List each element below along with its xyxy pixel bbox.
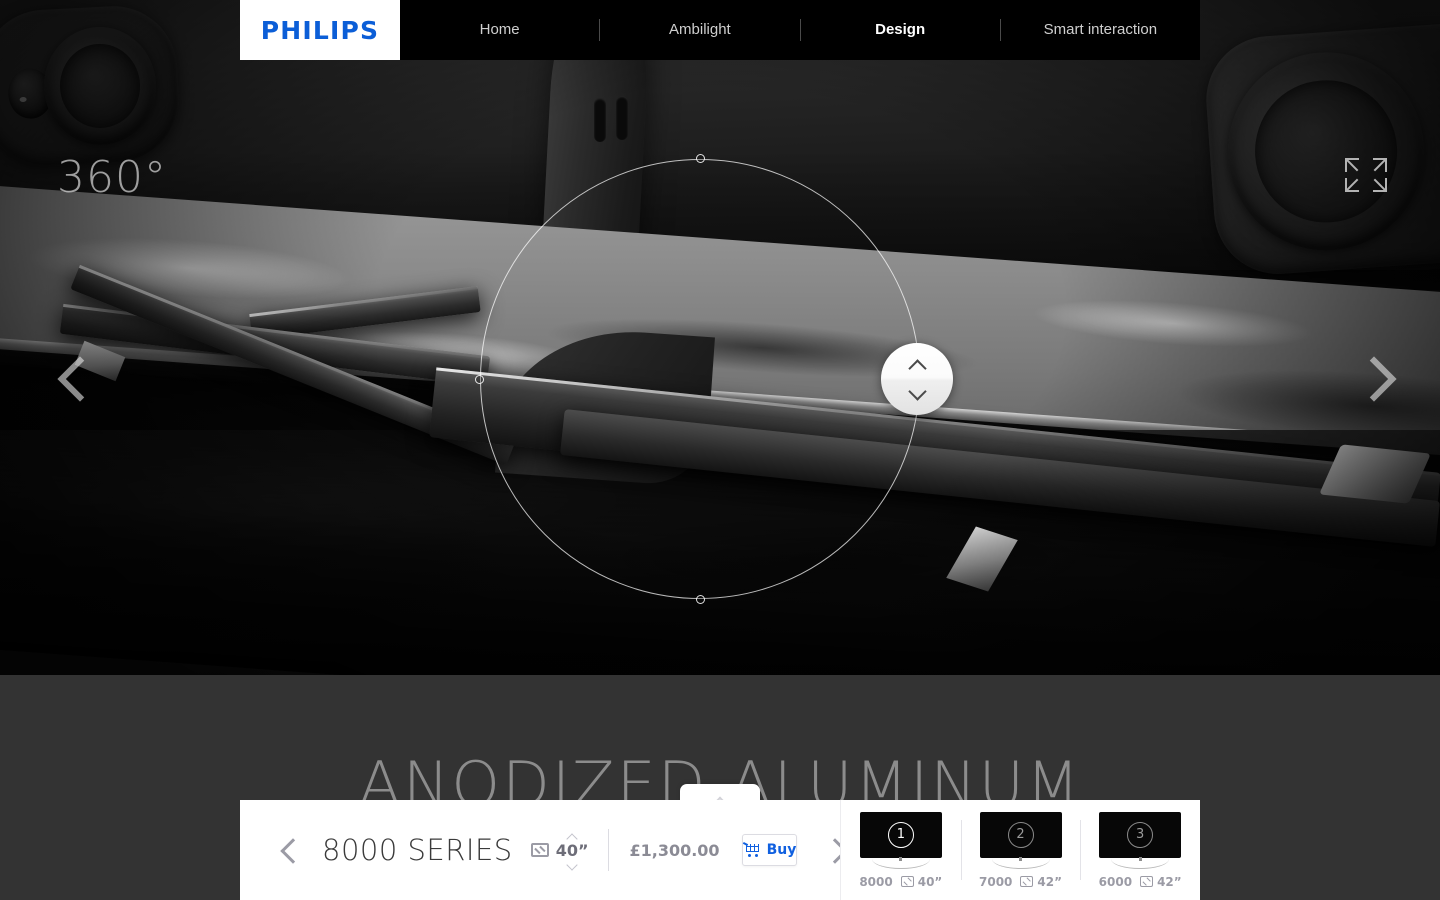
product-price: £1,300.00 [629,840,720,860]
spin-handle-bottom[interactable] [696,595,705,604]
tv-stand-icon [1111,856,1170,869]
divider [608,829,610,871]
screen-size-icon [900,876,914,887]
shopping-cart-icon [742,841,760,857]
thumbnail-meta: 8000 40” [859,875,942,889]
thumbnail-meta: 7000 42” [979,875,1062,889]
thumbnail-meta: 6000 42” [1099,875,1182,889]
thumbnail-item-7000[interactable]: 2 7000 42” [960,800,1081,900]
spin-label: 360° [57,152,167,203]
brand-label: PHILIPS [260,15,380,45]
hero-prev-button[interactable] [48,352,102,406]
nav-item-design[interactable]: Design [801,0,1000,60]
tv-thumbnail: 2 [979,811,1062,869]
chevron-up-icon[interactable] [909,358,926,375]
spin-handle-top[interactable] [696,154,705,163]
hero-viewer[interactable]: 360° [0,0,1440,675]
nav-item-home[interactable]: Home [400,0,599,60]
thumbnail-number: 3 [1127,821,1154,848]
buy-button[interactable]: Buy [741,834,798,866]
thumbnail-number: 1 [887,821,914,848]
thumbnail-item-6000[interactable]: 3 6000 42” [1080,800,1200,900]
thumbnail-size: 42” [1037,874,1062,889]
spin-handle-left[interactable] [475,375,484,384]
size-stepper[interactable]: 40” [556,833,589,868]
fullscreen-expand-icon[interactable] [1345,158,1387,192]
thumbnail-series: 7000 [979,874,1013,889]
rotate-control[interactable] [881,343,953,415]
tv-thumbnail: 1 [859,811,942,869]
thumbnail-size: 42” [1157,874,1182,889]
screen-size-icon [1140,876,1154,887]
product-prev-button[interactable] [274,828,308,872]
nav-item-smart-interaction[interactable]: Smart interaction [1001,0,1200,60]
chevron-down-icon[interactable] [909,384,926,401]
product-details: 8000 SERIES 40” £1,300.00 Buy [240,800,840,900]
philips-logo[interactable]: PHILIPS [240,0,400,60]
hero-next-button[interactable] [1344,352,1398,406]
product-series-name: 8000 SERIES [322,833,513,867]
chevron-up-icon[interactable] [566,833,579,840]
thumbnail-strip: 1 8000 40” 2 7000 42” 3 6000 42” [840,800,1200,900]
thumbnail-series: 6000 [1098,874,1133,889]
thumbnail-size: 40” [917,874,943,889]
thumbnail-series: 8000 [859,874,893,889]
tv-stand-icon [871,856,930,869]
screen-size-icon [1020,876,1034,887]
thumbnail-item-8000[interactable]: 1 8000 40” [841,800,961,900]
page-root: 360° PHILIPS Home Ambilight Design Smart… [0,0,1440,900]
thumbnail-number: 2 [1007,821,1034,848]
screen-size-selector[interactable]: 40” [530,833,589,868]
nav-item-ambilight[interactable]: Ambilight [600,0,799,60]
buy-button-label: Buy [766,842,797,858]
tv-stand-icon [991,856,1050,869]
tv-thumbnail: 3 [1099,811,1182,869]
chevron-down-icon[interactable] [566,861,579,868]
spin-ring[interactable] [480,159,920,599]
top-navigation: PHILIPS Home Ambilight Design Smart inte… [240,0,1200,60]
screen-size-icon [530,843,549,857]
nav-item-list: Home Ambilight Design Smart interaction [400,0,1200,60]
